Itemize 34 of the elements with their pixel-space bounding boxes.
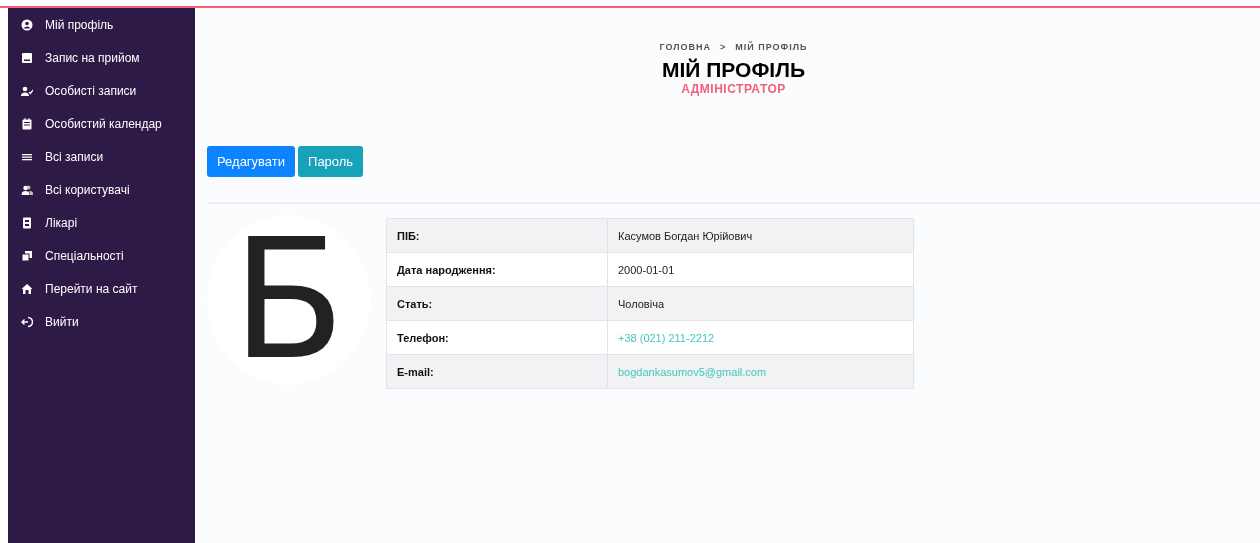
avatar: Б [207, 215, 370, 385]
id-badge-icon [21, 216, 33, 229]
sidebar-item[interactable]: Особистий календар [8, 107, 195, 140]
sidebar-item[interactable]: Перейти на сайт [8, 272, 195, 305]
sign-out-icon [21, 315, 33, 328]
sidebar-item[interactable]: Мій профіль [8, 8, 195, 41]
field-label: ПІБ: [386, 218, 608, 253]
field-label: Дата народження: [386, 252, 608, 287]
home-icon [21, 282, 33, 295]
field-label: Стать: [386, 286, 608, 321]
field-value: 2000-01-01 [607, 252, 914, 287]
calendar-icon [21, 117, 33, 130]
field-value: Чоловіча [607, 286, 914, 321]
sidebar-item[interactable]: Особисті записи [8, 74, 195, 107]
breadcrumb-item: МІЙ ПРОФІЛЬ [735, 42, 808, 52]
sidebar-item[interactable]: Всі користувачі [8, 173, 195, 206]
edit-button[interactable]: Редагувати [207, 146, 296, 177]
breadcrumb-item[interactable]: ГОЛОВНА [659, 42, 711, 52]
user-icon [21, 18, 33, 31]
sidebar-item[interactable]: Лікарі [8, 206, 195, 239]
sidebar-item[interactable]: Запис на прийом [8, 41, 195, 74]
sidebar-item[interactable]: Спеціальності [8, 239, 195, 272]
field-label: E-mail: [386, 354, 608, 389]
field-label: Телефон: [386, 320, 608, 355]
sidebar-item[interactable]: Вийти [8, 305, 195, 338]
sidebar-item[interactable]: Всі записи [8, 140, 195, 173]
clone-icon [21, 249, 33, 262]
user-check-icon [21, 84, 33, 97]
field-value: Касумов Богдан Юрійович [607, 218, 914, 253]
book-icon [21, 51, 33, 64]
role-label: АДМІНІСТРАТОР [681, 82, 786, 96]
page-title: МІЙ ПРОФІЛЬ [662, 58, 805, 82]
users-icon [21, 183, 33, 196]
breadcrumb-separator: > [720, 42, 727, 52]
